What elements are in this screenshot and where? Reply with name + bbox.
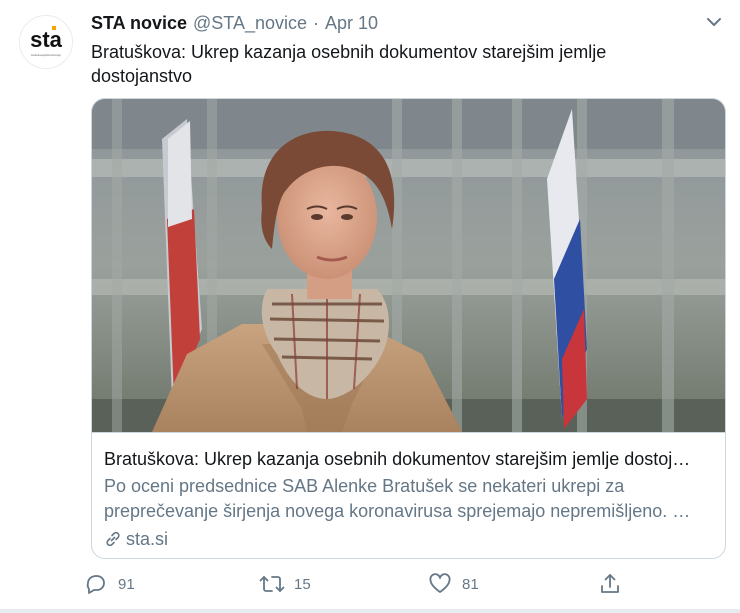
user-handle[interactable]: @STA_novice — [193, 13, 307, 34]
avatar[interactable]: sta Slovenska tiskovna agencija Slovenia… — [19, 15, 73, 69]
heart-icon — [424, 568, 456, 600]
divider — [0, 609, 740, 613]
card-description: Po oceni predsednice SAB Alenke Bratušek… — [104, 476, 691, 521]
tweet-date[interactable]: Apr 10 — [325, 13, 378, 34]
share-icon — [594, 568, 626, 600]
reply-icon — [80, 568, 112, 600]
share-button[interactable] — [594, 568, 626, 600]
sta-logo-icon: sta Slovenska tiskovna agencija Slovenia… — [20, 16, 72, 68]
avatar-logo-caption: Slovenska tiskovna agencija Slovenian Pr… — [31, 53, 61, 57]
card-body: Bratuškova: Ukrep kazanja osebnih dokume… — [92, 432, 725, 558]
card-domain-text: sta.si — [126, 528, 169, 549]
tweet: sta Slovenska tiskovna agencija Slovenia… — [0, 0, 740, 613]
retweet-button[interactable]: 15 — [256, 568, 311, 600]
card-image[interactable] — [92, 99, 725, 432]
card-domain: sta.si — [104, 527, 713, 551]
retweet-count: 15 — [294, 575, 311, 593]
like-button[interactable]: 81 — [424, 568, 479, 600]
separator-dot: · — [313, 12, 320, 33]
more-options-chevron-icon[interactable] — [704, 12, 724, 32]
display-name[interactable]: STA novice — [91, 13, 187, 34]
like-count: 81 — [462, 575, 479, 593]
reply-count: 91 — [118, 575, 135, 593]
link-icon — [106, 531, 120, 547]
reply-button[interactable]: 91 — [80, 568, 135, 600]
tweet-actions: 91 15 81 — [80, 568, 640, 600]
link-card[interactable]: Bratuškova: Ukrep kazanja osebnih dokume… — [91, 98, 726, 559]
tweet-header: STA novice @STA_novice · Apr 10 — [91, 11, 700, 35]
tweet-text: Bratuškova: Ukrep kazanja osebnih dokume… — [91, 42, 607, 86]
card-title: Bratuškova: Ukrep kazanja osebnih dokume… — [104, 449, 691, 469]
retweet-icon — [256, 568, 288, 600]
avatar-logo-text: sta — [30, 27, 63, 52]
